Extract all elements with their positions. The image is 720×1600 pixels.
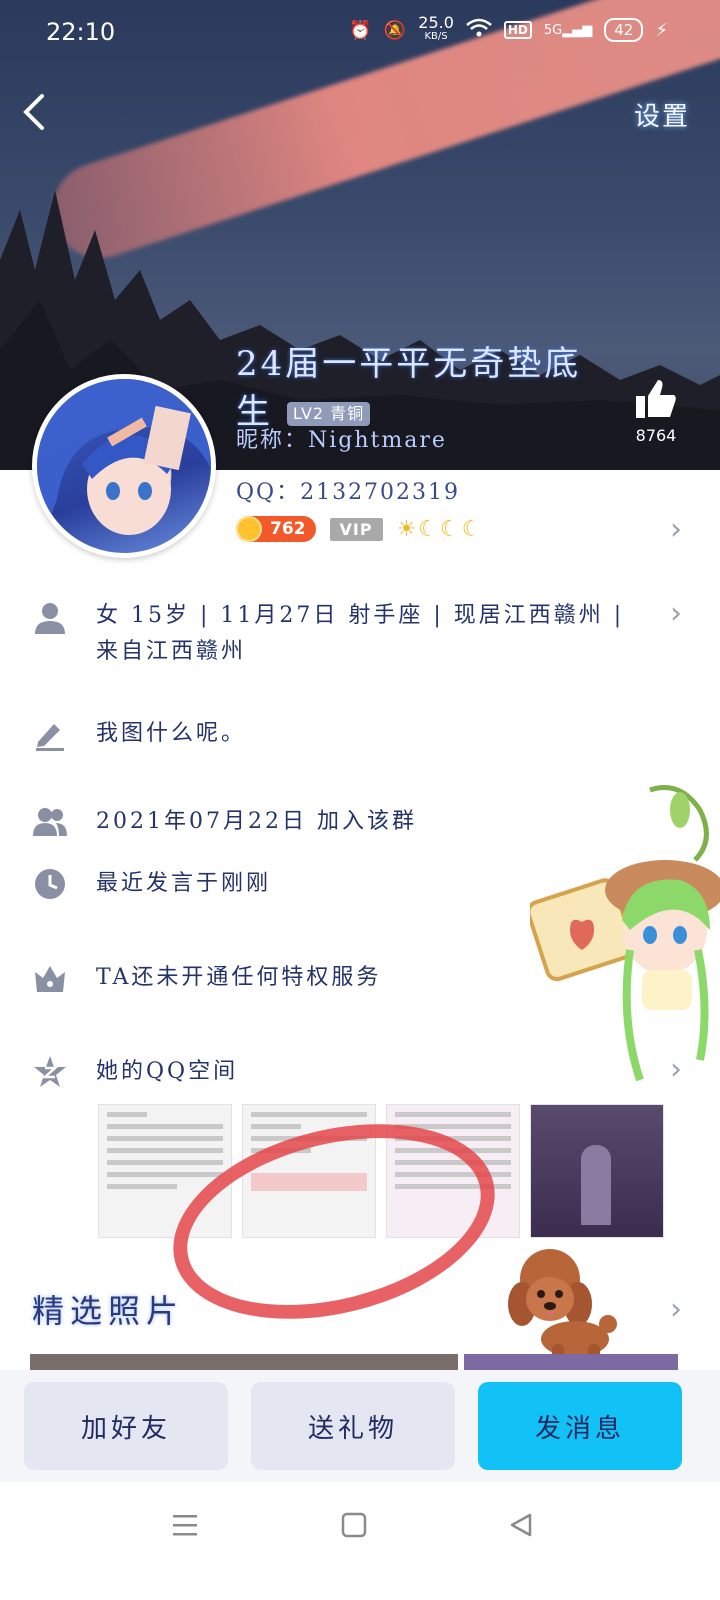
signature-row: 我图什么呢。 — [0, 716, 720, 756]
action-bar: 加好友 送礼物 发消息 — [0, 1370, 720, 1482]
signature-text: 我图什么呢。 — [96, 721, 247, 746]
avatar[interactable] — [32, 374, 216, 558]
avatar-image — [37, 379, 211, 553]
alarm-icon: ⏰ — [349, 19, 372, 41]
hd-icon: HD — [503, 21, 532, 39]
vip-badge: VIP — [329, 517, 383, 541]
status-time: 22:10 — [46, 18, 116, 46]
back-triangle-icon[interactable] — [508, 1512, 534, 1538]
coin-badge: 762 — [236, 516, 316, 542]
featured-photos-title[interactable]: 精选照片 — [32, 1286, 184, 1332]
clock-icon — [35, 869, 65, 899]
network-speed: 25.0 KB/S — [418, 13, 454, 43]
basic-info-row[interactable]: 女 15岁 | 11月27日 射手座 | 现居江西赣州 | 来自江西赣州 › — [0, 596, 720, 678]
status-bar: 22:10 ⏰ 🔕 25.0 KB/S HD 5G▂▄▆ 42 ⚡ — [0, 0, 720, 64]
last-spoke-text: 最近发言于刚刚 — [96, 871, 272, 896]
qzone-star-icon — [34, 1056, 66, 1087]
like-count: 8764 — [635, 426, 677, 445]
qzone-label: 她的QQ空间 — [96, 1059, 239, 1084]
send-gift-button[interactable]: 送礼物 — [251, 1382, 455, 1470]
privilege-text: TA还未开通任何特权服务 — [96, 965, 382, 990]
person-icon — [35, 603, 65, 634]
joined-text: 2021年07月22日 加入该群 — [96, 809, 417, 834]
add-friend-button[interactable]: 加好友 — [24, 1382, 228, 1470]
chevron-right-icon: › — [670, 596, 682, 631]
send-message-button[interactable]: 发消息 — [478, 1382, 682, 1470]
battery-icon: 42 — [604, 18, 644, 42]
wifi-icon — [466, 18, 492, 43]
like-button[interactable]: 8764 — [634, 378, 678, 445]
menu-icon[interactable] — [172, 1512, 198, 1538]
signal-icon: 5G▂▄▆ — [543, 22, 593, 38]
charging-icon: ⚡ — [655, 19, 668, 41]
badges-row[interactable]: 762 VIP ☀☾☾☾ — [236, 516, 483, 542]
group-icon — [33, 808, 67, 836]
coin-icon — [236, 516, 262, 542]
level-icons: ☀☾☾☾ — [396, 516, 484, 542]
system-nav-bar — [0, 1482, 720, 1600]
nickname: 昵称：Nightmare — [236, 428, 447, 453]
chevron-right-icon[interactable]: › — [670, 1292, 682, 1327]
settings-button[interactable]: 设置 — [634, 96, 690, 133]
edit-icon — [36, 724, 64, 751]
back-button[interactable] — [20, 92, 48, 136]
mute-icon: 🔕 — [383, 19, 407, 41]
anime-girl-sticker — [530, 785, 720, 1082]
chevron-left-icon — [23, 94, 44, 130]
qq-number: QQ：2132702319 — [236, 480, 461, 505]
thumbs-up-icon — [636, 380, 676, 418]
qzone-thumbnail[interactable] — [530, 1104, 664, 1238]
home-icon[interactable] — [341, 1512, 367, 1538]
chevron-right-icon[interactable]: › — [670, 512, 682, 547]
crown-icon — [35, 966, 65, 992]
